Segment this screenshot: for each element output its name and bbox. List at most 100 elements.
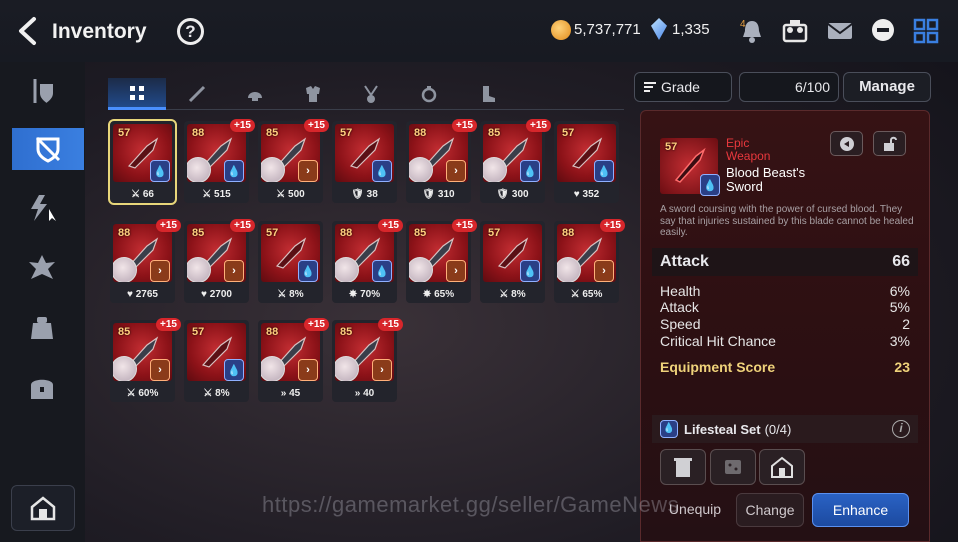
speed-stat-icon: » <box>354 388 361 399</box>
sidebar-item-chest[interactable] <box>18 367 66 409</box>
item-level: 85 <box>266 127 279 139</box>
item-stat-value: 2765 <box>135 289 158 300</box>
friends-icon[interactable] <box>781 17 809 45</box>
info-icon[interactable]: i <box>892 420 910 438</box>
tab-boots[interactable] <box>458 78 516 110</box>
item-slot[interactable]: 57 💧 ♥ 352 <box>554 121 619 203</box>
set-icon: 💧 <box>224 160 244 182</box>
set-icon: 💧 <box>520 160 540 182</box>
set-row[interactable]: 💧 Lifesteal Set (0/4) i <box>652 415 918 443</box>
item-slot[interactable]: 85 › +15 ✸ 65% <box>406 219 477 303</box>
storage-button[interactable] <box>11 485 75 531</box>
crit-stat-icon: ✸ <box>422 289 432 300</box>
item-art: 57 💧 <box>113 124 172 182</box>
health-stat-icon: ♥ <box>201 289 207 300</box>
storage-house-icon <box>30 496 56 521</box>
hero-portrait-icon <box>335 257 359 282</box>
item-main-stat: ⚔ 515 <box>184 189 249 200</box>
item-slot[interactable]: 57 💧 🛡 38 <box>332 121 397 203</box>
sidebar-item-artifact[interactable] <box>18 187 66 229</box>
sidebar-item-weapon-shield[interactable] <box>18 70 66 112</box>
item-slot[interactable]: 85 › +15 » 40 <box>332 318 403 402</box>
sword-icon <box>188 85 206 103</box>
tab-helmet[interactable] <box>226 78 284 110</box>
item-stat-value: 2700 <box>209 289 232 300</box>
share-icon <box>839 136 854 151</box>
helmet-icon <box>248 92 262 101</box>
item-slot[interactable]: 85 › +15 ⚔ 500 <box>258 119 329 203</box>
item-slot[interactable]: 88 › +15 ⚔ 65% <box>554 219 625 303</box>
item-level: 88 <box>192 127 205 139</box>
crystal-amount: 1,335 <box>672 21 710 38</box>
item-art: 88 › <box>113 224 172 282</box>
menu-grid-icon[interactable] <box>912 17 940 45</box>
item-main-stat: 🛡 310 <box>406 189 471 200</box>
tab-necklace[interactable] <box>342 78 400 110</box>
item-main-stat: ⚔ 66 <box>110 189 175 200</box>
store-button[interactable] <box>759 449 805 485</box>
item-slot[interactable]: 57 💧 ⚔ 8% <box>480 221 545 303</box>
substat-row: Health 6% <box>660 283 910 299</box>
item-stat-value: 40 <box>363 388 375 399</box>
item-level: 57 <box>340 127 353 139</box>
item-art: 88 › <box>261 323 320 381</box>
attack-stat-icon: ⚔ <box>277 289 287 300</box>
item-slot[interactable]: 57 💧 ⚔ 66 <box>108 119 177 205</box>
item-slot[interactable]: 88 › +15 » 45 <box>258 318 329 402</box>
hero-portrait-icon <box>409 157 433 182</box>
sell-button[interactable] <box>660 449 706 485</box>
substat-value: 3% <box>889 333 910 349</box>
crystal-icon <box>651 18 667 40</box>
lock-button[interactable] <box>873 131 906 156</box>
item-slot[interactable]: 85 › +15 ♥ 2700 <box>184 219 255 303</box>
sidebar-item-equipment[interactable] <box>12 128 84 170</box>
boots-icon <box>483 86 495 102</box>
grade-filter[interactable]: Grade <box>634 72 732 102</box>
item-slot[interactable]: 88 💧 +15 ⚔ 515 <box>184 119 255 203</box>
materials-bag-icon <box>31 317 53 339</box>
enhance-badge: +15 <box>230 219 255 232</box>
back-arrow-icon[interactable] <box>16 16 40 46</box>
main-stat-name: Attack <box>660 253 709 270</box>
sidebar-item-materials[interactable] <box>18 307 66 349</box>
sidebar-item-catalyst[interactable] <box>18 247 66 289</box>
item-slot[interactable]: 88 💧 +15 ✸ 70% <box>332 219 403 303</box>
catalyst-icon <box>29 255 55 279</box>
item-level: 85 <box>192 227 205 239</box>
item-stat-value: 70% <box>360 289 381 300</box>
unlock-icon <box>883 136 897 151</box>
item-slot[interactable]: 57 💧 ⚔ 8% <box>184 320 249 402</box>
item-slot[interactable]: 88 › +15 🛡 310 <box>406 119 477 203</box>
enhance-button[interactable]: Enhance <box>812 493 909 527</box>
item-slot[interactable]: 57 💧 ⚔ 8% <box>258 221 323 303</box>
item-slot[interactable]: 85 › +15 ⚔ 60% <box>110 318 181 402</box>
item-slot[interactable]: 88 › +15 ♥ 2765 <box>110 219 181 303</box>
equipment-score-row: Equipment Score 23 <box>652 355 918 379</box>
tab-armor[interactable] <box>284 78 342 110</box>
manage-button[interactable]: Manage <box>843 72 931 102</box>
item-level: 88 <box>118 227 131 239</box>
item-slot[interactable]: 85 💧 +15 🛡 300 <box>480 119 551 203</box>
item-art: 85 › <box>187 224 246 282</box>
gold-amount: 5,737,771 <box>574 21 641 38</box>
speed-stat-icon: » <box>280 388 287 399</box>
share-button[interactable] <box>830 131 863 156</box>
item-level: 88 <box>266 326 279 338</box>
item-stat-value: 8% <box>289 289 304 300</box>
chat-icon[interactable] <box>869 17 897 45</box>
mail-icon[interactable] <box>826 17 854 45</box>
item-stat-value: 66 <box>142 189 154 200</box>
item-main-stat: 🛡 38 <box>332 189 397 200</box>
tab-weapon[interactable] <box>168 78 226 110</box>
tab-ring[interactable] <box>400 78 458 110</box>
tab-all[interactable] <box>108 78 166 110</box>
gold-coin-icon <box>551 20 571 40</box>
change-button[interactable]: Change <box>736 493 804 527</box>
bell-icon[interactable]: 4 <box>738 17 766 45</box>
health-stat-icon: ♥ <box>573 189 580 200</box>
hero-portrait-icon <box>187 157 211 182</box>
substat-row: Attack 5% <box>660 299 910 315</box>
item-stat-value: 8% <box>215 388 230 399</box>
help-icon[interactable]: ? <box>177 18 204 45</box>
extract-button[interactable] <box>710 449 756 485</box>
